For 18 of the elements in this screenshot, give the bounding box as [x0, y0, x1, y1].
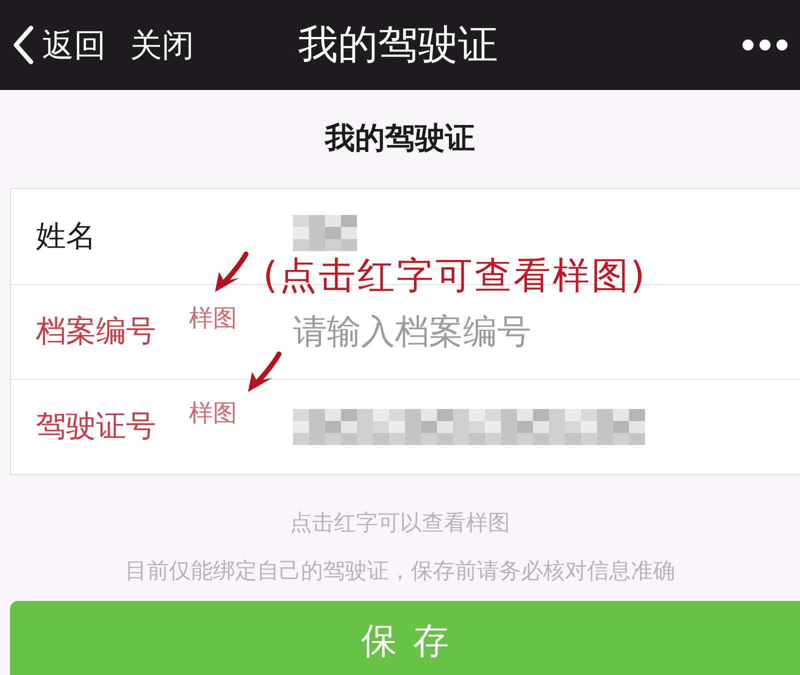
arrow-icon	[246, 351, 282, 393]
save-button[interactable]: 保存	[10, 601, 800, 675]
arrow-icon	[213, 251, 249, 293]
page-title: 我的驾驶证	[325, 124, 475, 154]
input-field[interactable]: 请输入档案编号	[293, 304, 800, 360]
sample-link[interactable]: 样图	[189, 306, 237, 330]
annotation-text: (点击红字可查看样图)	[263, 257, 647, 294]
close-button[interactable]: 关闭	[130, 29, 194, 61]
sample-link[interactable]: 样图	[189, 401, 237, 425]
more-icon[interactable]	[742, 39, 788, 51]
back-chevron-icon	[12, 25, 34, 65]
field-label: 档案编号	[36, 317, 157, 347]
field-label: 驾驶证号	[36, 412, 157, 442]
hint-text: 点击红字可以查看样图	[290, 513, 510, 535]
window-title: 我的驾驶证	[298, 25, 498, 65]
back-button[interactable]: 返回	[12, 25, 106, 65]
hint-text: 目前仅能绑定自己的驾驶证，保存前请务必核对信息准确	[125, 561, 675, 583]
field-label: 姓名	[36, 222, 97, 252]
